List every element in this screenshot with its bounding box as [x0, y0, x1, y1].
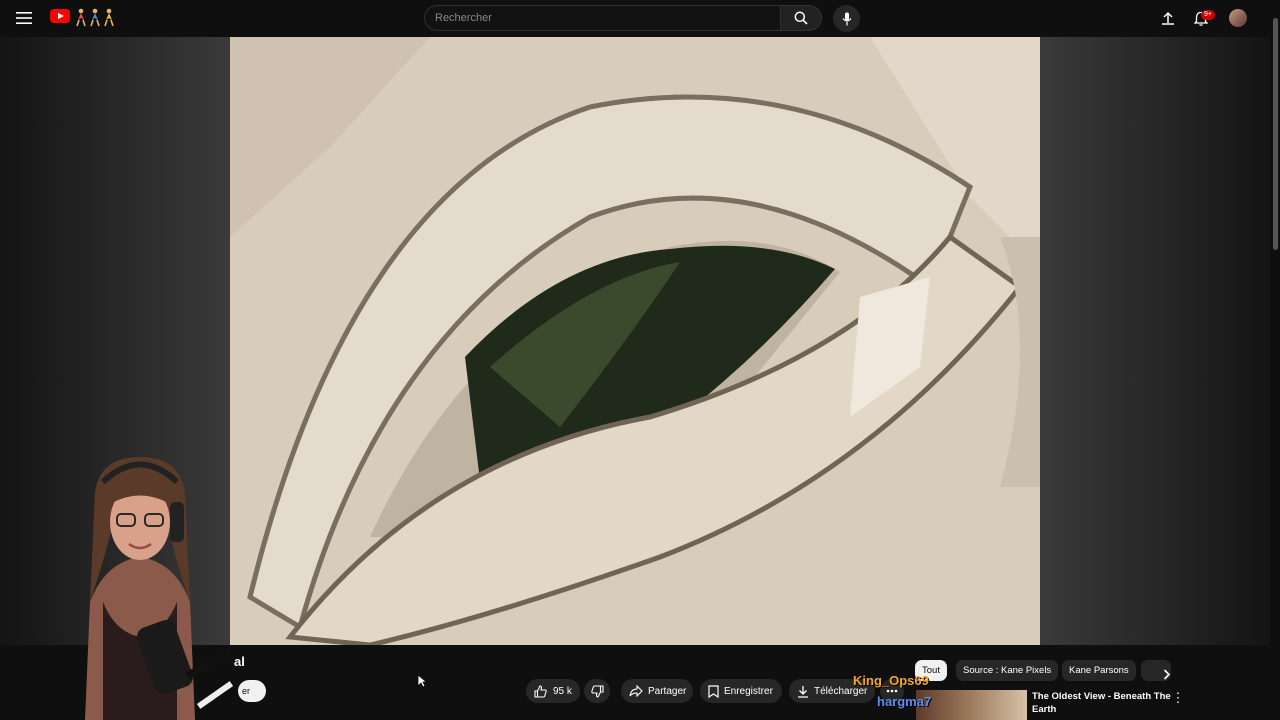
notification-badge: 9+ — [1201, 10, 1215, 20]
video-title: al — [234, 654, 245, 669]
bookmark-icon — [708, 684, 719, 698]
recommendation-thumbnail[interactable] — [916, 690, 1027, 720]
youtube-logo[interactable] — [50, 9, 70, 23]
share-button[interactable]: Partager — [621, 679, 693, 703]
share-label: Partager — [648, 685, 687, 697]
search-input[interactable] — [424, 5, 780, 31]
chips-next-button[interactable] — [1157, 664, 1177, 684]
recommendation-title[interactable]: The Oldest View - Beneath The Earth — [1032, 690, 1172, 716]
doodle-icon[interactable] — [74, 7, 118, 27]
video-player[interactable] — [230, 37, 1040, 645]
chevron-right-icon — [1163, 668, 1171, 680]
dislike-button[interactable] — [584, 679, 610, 703]
like-count: 95 k — [553, 685, 572, 697]
recommendation-menu-icon[interactable]: ⋮ — [1172, 690, 1185, 706]
chip-source[interactable]: Source : Kane Pixels — [956, 660, 1059, 681]
like-button[interactable]: 95 k — [526, 679, 580, 703]
share-icon — [629, 685, 643, 697]
chip-channel[interactable]: Kane Parsons — [1062, 660, 1136, 681]
account-avatar[interactable] — [1229, 9, 1247, 27]
thumbs-down-icon — [590, 684, 604, 698]
download-icon — [798, 685, 808, 698]
search-icon — [794, 11, 808, 25]
save-button[interactable]: Enregistrer — [700, 679, 782, 703]
scrollbar-thumb[interactable] — [1273, 18, 1278, 250]
voice-search-button[interactable] — [833, 5, 860, 32]
more-horizontal-icon — [886, 689, 898, 693]
subscribe-button[interactable]: er — [238, 680, 266, 702]
video-frame — [230, 37, 1040, 645]
search-button[interactable] — [780, 5, 822, 31]
thumbs-up-icon — [534, 684, 547, 698]
upload-icon — [1162, 11, 1174, 25]
chat-username: hargma7 — [877, 694, 932, 709]
mouse-cursor-icon — [417, 674, 427, 688]
streamer-webcam — [85, 457, 234, 720]
chat-username: King_Ops69 — [853, 673, 929, 688]
microphone-icon — [842, 12, 851, 25]
upload-button[interactable] — [1158, 8, 1178, 28]
save-label: Enregistrer — [724, 685, 773, 697]
menu-icon[interactable] — [12, 6, 36, 30]
search-bar — [424, 5, 824, 31]
